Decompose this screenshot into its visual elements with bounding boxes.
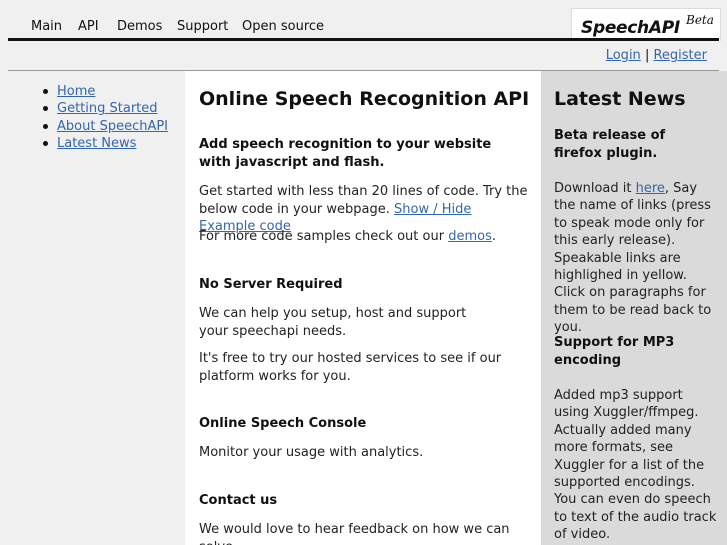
intro-p1-text: Get started with less than 20 lines of c… [199, 184, 528, 217]
nav-open-source[interactable]: Open source [242, 19, 324, 34]
register-link[interactable]: Register [653, 48, 707, 63]
top-navigation: Main API Demos Support Open source Speec… [0, 0, 727, 41]
no-server-heading: No Server Required [199, 277, 343, 292]
sidebar-item-getting-started: Getting Started [40, 100, 168, 117]
login-link[interactable]: Login [606, 48, 641, 63]
page-title: Online Speech Recognition API [199, 88, 530, 110]
news-item-1-post: , Say the name of links (press to speak … [554, 181, 712, 336]
nav-api[interactable]: API [78, 19, 99, 34]
console-paragraph: Monitor your usage with analytics. [199, 445, 424, 460]
news-item-1-heading: Beta release of firefox plugin. [554, 128, 666, 161]
contact-paragraph: We would love to hear feedback on how we… [199, 522, 510, 545]
sidebar-link-home[interactable]: Home [57, 84, 95, 99]
no-server-paragraph-1: We can help you setup, host and support … [199, 306, 467, 339]
news-item-2-text: Added mp3 support using Xuggler/ffmpeg. … [554, 388, 717, 543]
news-item-1-pre: Download it [554, 181, 632, 196]
main-content: Online Speech Recognition API Add speech… [185, 71, 541, 545]
sidebar-link-latest-news[interactable]: Latest News [57, 136, 136, 151]
site-logo[interactable]: SpeechAPI Beta [571, 8, 721, 41]
sidebar-link-about[interactable]: About SpeechAPI [57, 119, 168, 134]
intro-p2-text: For more code samples check out our [199, 229, 445, 244]
sidebar-item-home: Home [40, 83, 168, 100]
contact-heading: Contact us [199, 493, 278, 508]
firefox-plugin-download-link[interactable]: here [636, 181, 665, 196]
no-server-paragraph-2: It's free to try our hosted services to … [199, 351, 502, 384]
news-sidebar: Latest News Beta release of firefox plug… [541, 71, 727, 545]
console-heading: Online Speech Console [199, 416, 367, 431]
intro-heading: Add speech recognition to your website w… [199, 137, 492, 170]
auth-links: Login | Register [606, 48, 707, 63]
auth-separator: | [644, 48, 650, 63]
logo-beta-badge: Beta [686, 13, 714, 27]
nav-support[interactable]: Support [177, 19, 228, 34]
sidebar-item-latest-news: Latest News [40, 135, 168, 152]
intro-p2-end: . [491, 229, 496, 244]
header-divider [8, 38, 719, 41]
news-title: Latest News [554, 88, 686, 110]
sidebar-item-about: About SpeechAPI [40, 118, 168, 135]
news-item-2-heading: Support for MP3 encoding [554, 335, 675, 368]
logo-name: SpeechAPI [581, 18, 680, 38]
intro-paragraph-2: For more code samples check out our demo… [199, 228, 529, 246]
nav-main[interactable]: Main [31, 19, 62, 34]
nav-demos[interactable]: Demos [117, 19, 162, 34]
sidebar-nav: Home Getting Started About SpeechAPI Lat… [40, 83, 168, 152]
demos-link[interactable]: demos [448, 229, 492, 244]
news-item-1-text: Download it here, Say the name of links … [554, 180, 719, 337]
sidebar-link-getting-started[interactable]: Getting Started [57, 101, 158, 116]
